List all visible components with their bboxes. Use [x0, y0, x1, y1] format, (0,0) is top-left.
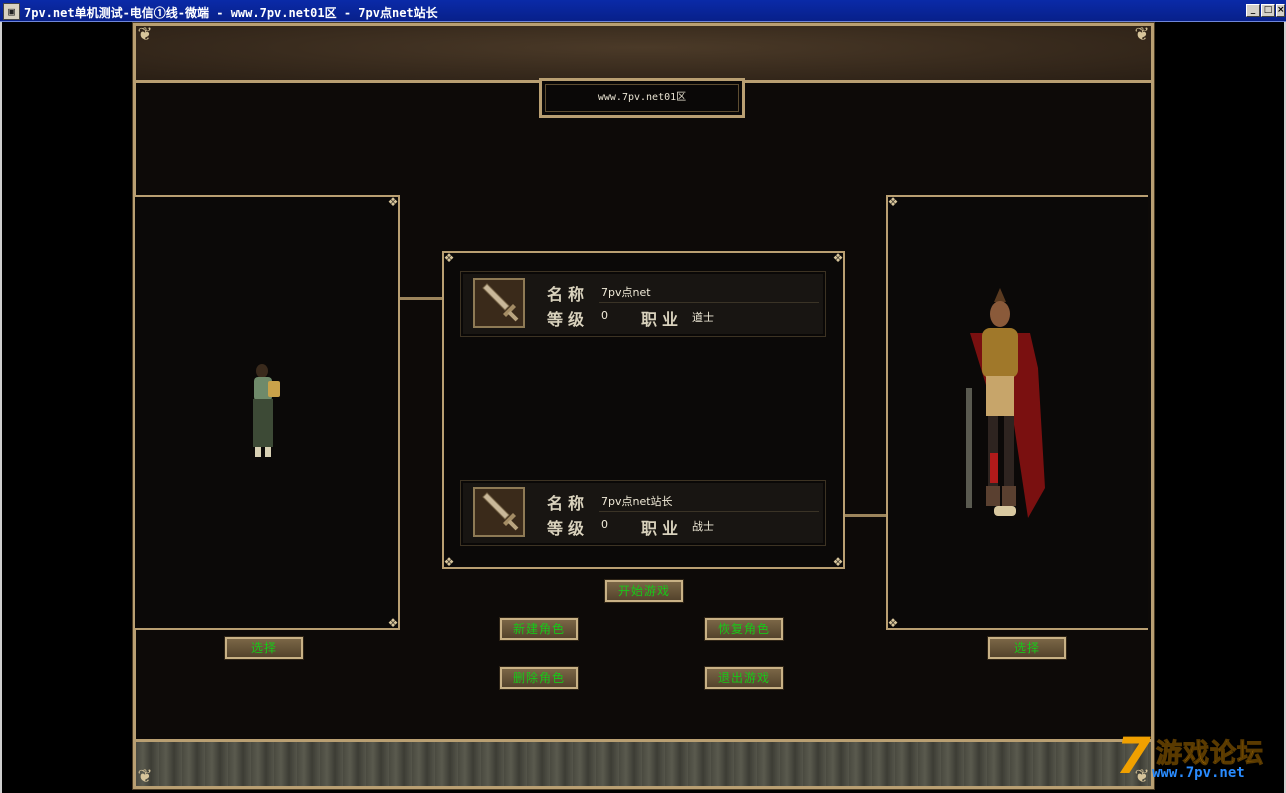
left-border-area: [0, 22, 133, 793]
character-name: 7pv点net: [601, 286, 651, 299]
ornament-corner-icon: ❦: [1134, 24, 1150, 45]
window-title-bar[interactable]: ▣ 7pv.net单机测试-电信①线-微端 - www.7pv.net01区 -…: [0, 0, 1286, 22]
select-right-button[interactable]: 选择: [987, 636, 1067, 660]
ornament-corner-icon: ❖: [387, 616, 399, 630]
panel-connector: [845, 514, 886, 517]
ornament-corner-icon: ❖: [832, 555, 844, 569]
maximize-button[interactable]: □: [1261, 4, 1275, 17]
ornament-corner-icon: ❖: [887, 195, 899, 209]
app-icon[interactable]: ▣: [3, 3, 20, 20]
forum-watermark: 7 游戏论坛 www.7pv.net: [1116, 727, 1286, 789]
watermark-url: www.7pv.net: [1152, 765, 1245, 781]
ornament-corner-icon: ❖: [387, 195, 399, 209]
watermark-digit: 7: [1116, 727, 1151, 785]
level-label: 等级: [547, 310, 590, 329]
character-level: 0: [601, 518, 608, 531]
character-slot-2[interactable]: 名称 7pv点net站长 等级 0 职业 战士: [460, 480, 826, 546]
exit-game-button[interactable]: 退出游戏: [704, 666, 784, 690]
character-class: 战士: [692, 520, 714, 533]
character-level: 0: [601, 309, 608, 322]
ornament-corner-icon: ❦: [137, 766, 153, 787]
class-label: 职业: [641, 519, 684, 538]
start-game-button[interactable]: 开始游戏: [604, 579, 684, 603]
server-name-box: www.7pv.net01区: [539, 78, 745, 118]
value-divider: [599, 511, 819, 512]
delete-character-button[interactable]: 删除角色: [499, 666, 579, 690]
name-label: 名称: [547, 285, 590, 304]
ornament-corner-icon: ❖: [887, 616, 899, 630]
character-class: 道士: [692, 311, 714, 324]
character-slot-1[interactable]: 名称 7pv点net 等级 0 职业 道士: [460, 271, 826, 337]
bottom-stone-band: [136, 739, 1151, 786]
name-label: 名称: [547, 494, 590, 513]
window-title: 7pv.net单机测试-电信①线-微端 - www.7pv.net01区 - 7…: [24, 6, 438, 20]
class-label: 职业: [641, 310, 684, 329]
new-character-button[interactable]: 新建角色: [499, 617, 579, 641]
value-divider: [599, 302, 819, 303]
ornament-corner-icon: ❦: [137, 24, 153, 45]
select-left-button[interactable]: 选择: [224, 636, 304, 660]
right-border-area: [1154, 22, 1286, 793]
sword-icon: [473, 487, 525, 537]
warrior-character-sprite[interactable]: [950, 288, 1050, 537]
level-label: 等级: [547, 519, 590, 538]
character-name: 7pv点net站长: [601, 495, 673, 508]
restore-character-button[interactable]: 恢复角色: [704, 617, 784, 641]
panel-connector: [400, 297, 442, 300]
ornament-corner-icon: ❖: [832, 251, 844, 265]
taoist-character-sprite[interactable]: [244, 363, 284, 465]
server-name: www.7pv.net01区: [545, 84, 739, 112]
top-decorative-band: [136, 26, 1151, 83]
sword-icon: [473, 278, 525, 328]
close-button[interactable]: ×: [1276, 4, 1285, 17]
minimize-button[interactable]: _: [1246, 4, 1260, 17]
ornament-corner-icon: ❖: [443, 251, 455, 265]
ornament-corner-icon: ❖: [443, 555, 455, 569]
